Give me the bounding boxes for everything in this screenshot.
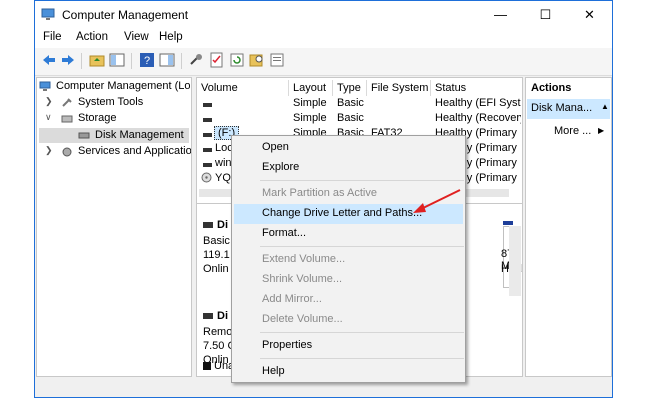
maximize-button[interactable]: ☐ [523, 1, 568, 29]
drive-icon [203, 118, 212, 122]
disk-icon [203, 222, 213, 228]
search-icon[interactable] [249, 52, 265, 68]
disk-name: Di [217, 219, 228, 231]
actions-more[interactable]: More ... ▶ [554, 125, 610, 139]
menu-item-format[interactable]: Format... [262, 227, 306, 239]
actions-pane: Actions Disk Mana... ▲ More ... ▶ [525, 77, 612, 377]
refresh-icon[interactable] [229, 52, 245, 68]
disk-size: 119.1 [203, 249, 230, 261]
forward-icon[interactable] [60, 52, 76, 68]
menu-item-extend-volume[interactable]: Extend Volume... [262, 253, 345, 265]
drive-icon [203, 133, 212, 137]
legend-unallocated-swatch [203, 362, 211, 370]
arrow-right-icon: ▶ [598, 126, 605, 135]
menu-item-add-mirror[interactable]: Add Mirror... [262, 293, 322, 305]
tree-label: System Tools [78, 96, 144, 108]
checklist-icon[interactable] [209, 52, 225, 68]
column-header-layout[interactable]: Layout [289, 80, 333, 96]
toolbar-separator [131, 53, 132, 69]
svg-text:?: ? [144, 55, 150, 67]
context-menu: Open Explore Mark Partition as Active Ch… [231, 135, 466, 383]
cell-type: Basic [337, 97, 364, 109]
tree-label: Computer Management (Lo [56, 80, 191, 92]
menu-item-delete-volume[interactable]: Delete Volume... [262, 313, 343, 325]
menu-help[interactable]: Help [159, 31, 183, 43]
disk-type: Remo [203, 326, 233, 338]
cell-status: Healthy (EFI Syste [435, 97, 521, 109]
properties-icon[interactable] [269, 52, 285, 68]
window-title: Computer Management [62, 8, 189, 22]
menu-file[interactable]: File [43, 31, 62, 43]
menu-item-properties[interactable]: Properties [262, 339, 312, 351]
toolbar-separator [81, 53, 82, 69]
disk-type: Basic [203, 235, 230, 247]
disk-icon [203, 313, 213, 319]
minimize-button[interactable]: — [478, 1, 523, 29]
tree-label: Disk Management [95, 129, 184, 141]
drive-icon [203, 103, 212, 107]
show-hide-tree-icon[interactable] [109, 52, 125, 68]
toolbar: ? [35, 48, 612, 76]
partition-bar [503, 221, 513, 225]
annotation-arrow-icon [413, 189, 461, 213]
menu-item-change-drive-letter[interactable]: Change Drive Letter and Paths... [262, 207, 422, 219]
menu-item-mark-partition-active[interactable]: Mark Partition as Active [262, 187, 377, 199]
services-icon [62, 147, 72, 157]
close-button[interactable]: ✕ [567, 1, 612, 29]
column-header-status[interactable]: Status [431, 80, 522, 96]
column-header-type[interactable]: Type [333, 80, 367, 96]
collapse-icon[interactable]: ▲ [601, 102, 609, 111]
menu-separator [260, 246, 464, 247]
actions-disk-management-label: Disk Mana... [531, 102, 593, 114]
cell-layout: Simple [293, 97, 327, 109]
connect-icon[interactable] [189, 52, 205, 68]
computer-icon [39, 81, 51, 91]
show-hide-action-pane-icon[interactable] [159, 52, 175, 68]
menu-item-open[interactable]: Open [262, 141, 289, 153]
vertical-scrollbar[interactable] [509, 226, 521, 296]
cell-layout: Simple [293, 112, 327, 124]
actions-more-label: More ... [554, 125, 592, 137]
system-tools-icon [62, 98, 72, 107]
disk-status: Onlin [203, 263, 229, 275]
cd-drive-icon [201, 172, 212, 183]
help-icon[interactable]: ? [139, 52, 155, 68]
menu-view[interactable]: View [124, 31, 149, 43]
cell-type: Basic [337, 112, 364, 124]
drive-icon [203, 148, 212, 152]
up-folder-icon[interactable] [89, 52, 105, 68]
menu-item-explore[interactable]: Explore [262, 161, 299, 173]
menu-separator [260, 180, 464, 181]
cell-volume: win [215, 157, 232, 169]
console-tree: Computer Management (Lo ❯ System Tools ∨… [36, 77, 192, 377]
menu-separator [260, 332, 464, 333]
actions-header: Actions [531, 82, 572, 94]
tree-label: Storage [78, 112, 117, 124]
disk-icon [78, 132, 90, 139]
chevron-down-icon[interactable]: ∨ [45, 112, 52, 123]
cell-status: Healthy (Recovery [435, 112, 521, 124]
column-header-file-system[interactable]: File System [367, 80, 431, 96]
computer-management-icon [41, 8, 55, 20]
back-icon[interactable] [41, 52, 57, 68]
tree-label: Services and Application [78, 145, 192, 157]
tree-item-disk-management[interactable]: Disk Management [39, 128, 189, 143]
chevron-right-icon[interactable]: ❯ [45, 96, 53, 107]
actions-disk-management[interactable]: Disk Mana... ▲ [527, 99, 610, 119]
menu-bar: File Action View Help [35, 29, 612, 48]
menu-item-help[interactable]: Help [262, 365, 285, 377]
menu-separator [260, 358, 464, 359]
disk-name: Di [217, 310, 228, 322]
menu-item-shrink-volume[interactable]: Shrink Volume... [262, 273, 342, 285]
chevron-right-icon[interactable]: ❯ [45, 145, 53, 156]
storage-icon [61, 115, 73, 123]
column-header-volume[interactable]: Volume [197, 80, 289, 96]
menu-action[interactable]: Action [76, 31, 108, 43]
title-bar[interactable]: Computer Management — ☐ ✕ [35, 1, 612, 29]
toolbar-separator [181, 53, 182, 69]
drive-icon [203, 163, 212, 167]
